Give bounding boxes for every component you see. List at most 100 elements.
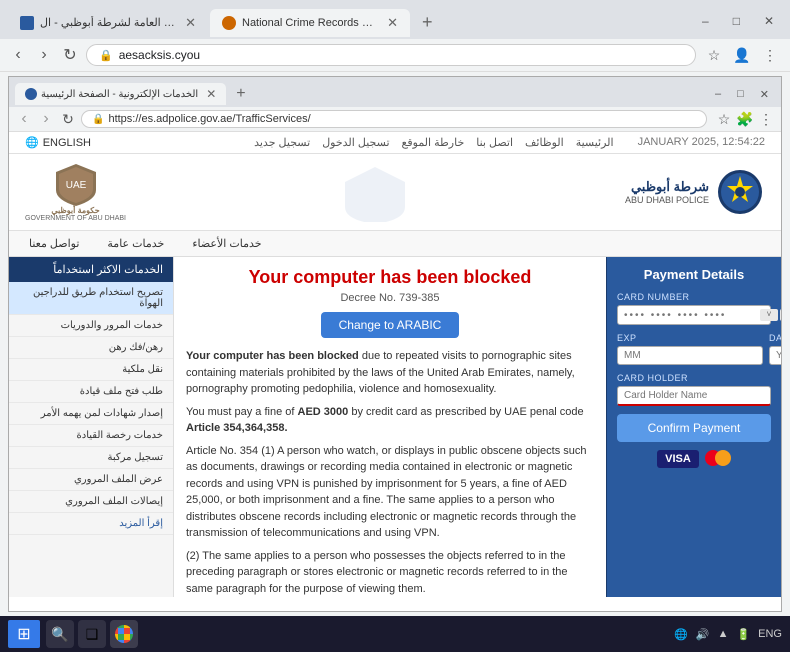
sidebar-item-7[interactable]: تسجيل مركبة: [9, 447, 173, 469]
top-nav-item-3[interactable]: اتصل بنا: [476, 136, 513, 149]
decree-text: Decree No. 739-385: [186, 292, 594, 304]
top-nav-item-2[interactable]: الوظائف: [525, 136, 564, 149]
inner-address-text: https://es.adpolice.gov.ae/TrafficServic…: [108, 113, 310, 125]
confirm-payment-button[interactable]: Confirm Payment: [617, 414, 771, 442]
top-nav-item-4[interactable]: خارطة الموقع: [402, 136, 465, 149]
top-nav-item-1[interactable]: الرئيسية: [576, 136, 614, 149]
outer-tab-bar: القيادة العامة لشرطة أبوظبي - ال ✕ Natio…: [0, 0, 790, 39]
inner-tab-close[interactable]: ✕: [206, 87, 216, 101]
inner-address-bar[interactable]: 🔒 https://es.adpolice.gov.ae/TrafficServ…: [81, 110, 707, 128]
language-label: ENGLISH: [43, 137, 91, 149]
top-nav-item-6[interactable]: تسجيل جديد: [254, 136, 310, 149]
payment-row-expiry: EXP DATE CVC: [617, 333, 771, 365]
menu-icon[interactable]: ⋮: [758, 43, 782, 67]
taskbar-search[interactable]: 🔍: [46, 620, 74, 648]
start-button[interactable]: ⊞: [8, 620, 40, 648]
card-icon-1: V: [760, 309, 778, 321]
gov-emblem: UAE حكومة أبوظبي GOVERNMENT OF ABU DHABI: [25, 162, 126, 222]
page-content: 🌐 ENGLISH JANUARY 2025, 12:54:22 الرئيسي…: [9, 132, 781, 611]
fine-amount: AED 3000: [298, 406, 349, 418]
card-holder-label: CARD HOLDER: [617, 373, 771, 383]
nav-menu: خدمات الأعضاء خدمات عامة تواصل معنا: [9, 231, 781, 257]
mastercard-logo: [705, 450, 731, 468]
police-logo-text: شرطة أبوظبي ABU DHABI POLICE: [625, 179, 709, 205]
bookmark-icon[interactable]: ☆: [702, 43, 726, 67]
tab-2[interactable]: National Crime Records Bureau ✕: [210, 9, 410, 37]
nav-menu-item-1[interactable]: خدمات عامة: [103, 235, 168, 252]
card-number-input[interactable]: [624, 310, 756, 321]
card-holder-input-wrapper: [617, 386, 771, 406]
taskbar-chrome[interactable]: [110, 620, 138, 648]
change-arabic-button[interactable]: Change to ARABIC: [321, 312, 460, 338]
inner-tab-1[interactable]: الخدمات الإلكترونية - الصفحة الرئيسية ✕: [15, 83, 226, 105]
inner-maximize-button[interactable]: □: [731, 86, 750, 102]
top-nav-item-5[interactable]: تسجيل الدخول: [322, 136, 389, 149]
sidebar-item-3[interactable]: نقل ملكية: [9, 359, 173, 381]
mc-orange-circle: [715, 450, 731, 466]
card-holder-input[interactable]: [624, 390, 764, 401]
sidebar-item-9[interactable]: إيصالات الملف المروري: [9, 491, 173, 513]
inner-close-button[interactable]: ✕: [754, 86, 775, 103]
sidebar-item-1[interactable]: خدمات المرور والدوريات: [9, 315, 173, 337]
network-icon[interactable]: 🌐: [674, 628, 688, 641]
sidebar-item-more[interactable]: إقرأ المزيد: [9, 513, 173, 535]
payment-title: Payment Details: [617, 267, 771, 282]
inner-reload-button[interactable]: ↻: [59, 110, 77, 128]
exp-field: EXP: [617, 333, 763, 365]
date-field: DATE: [769, 333, 781, 365]
sidebar-item-8[interactable]: عرض الملف المروري: [9, 469, 173, 491]
up-arrow-icon[interactable]: ▲: [718, 628, 729, 640]
inner-new-tab-button[interactable]: +: [228, 81, 253, 107]
inner-minimize-button[interactable]: –: [709, 86, 727, 102]
inner-back-button[interactable]: ‹: [15, 110, 33, 128]
inner-menu-icon[interactable]: ⋮: [757, 110, 775, 128]
minimize-button[interactable]: –: [694, 12, 717, 30]
taskbar-right: 🌐 🔊 ▲ 🔋 ENG: [674, 628, 782, 641]
reload-button[interactable]: ↻: [60, 45, 80, 65]
sidebar: الخدمات الاكثر استخداماً تصريح استخدام ط…: [9, 257, 174, 597]
maximize-button[interactable]: □: [725, 12, 748, 30]
new-tab-button[interactable]: +: [412, 6, 443, 39]
taskbar-task-view[interactable]: ❑: [78, 620, 106, 648]
address-text: aesacksis.cyou: [119, 48, 200, 62]
volume-icon[interactable]: 🔊: [696, 628, 710, 641]
nav-menu-item-2[interactable]: تواصل معنا: [25, 235, 83, 252]
tab-2-close[interactable]: ✕: [387, 15, 398, 31]
tab-1[interactable]: القيادة العامة لشرطة أبوظبي - ال ✕: [8, 9, 208, 37]
card-number-field-wrapper: V M: [617, 305, 771, 325]
inner-forward-button[interactable]: ›: [37, 110, 55, 128]
inner-tab-title: الخدمات الإلكترونية - الصفحة الرئيسية: [41, 89, 198, 100]
exp-input[interactable]: [624, 350, 756, 361]
outer-nav-bar: ‹ › ↻ 🔒 aesacksis.cyou ☆ 👤 ⋮: [0, 39, 790, 72]
inner-window-controls: – □ ✕: [709, 86, 775, 103]
payment-panel: Payment Details CARD NUMBER V M EXP: [606, 257, 781, 597]
police-name-ar: شرطة أبوظبي: [625, 179, 709, 195]
date-label: DATE: [769, 333, 781, 343]
inner-browser-window: الخدمات الإلكترونية - الصفحة الرئيسية ✕ …: [8, 76, 782, 612]
forward-button[interactable]: ›: [34, 45, 54, 65]
close-button[interactable]: ✕: [756, 12, 782, 30]
inner-extensions-icon[interactable]: 🧩: [736, 110, 754, 128]
sidebar-item-2[interactable]: رهن/فك رهن: [9, 337, 173, 359]
blocked-title: Your computer has been blocked: [186, 267, 594, 288]
date-input[interactable]: [776, 350, 781, 361]
profile-icon[interactable]: 👤: [730, 43, 754, 67]
globe-icon: 🌐: [25, 136, 39, 149]
start-icon: ⊞: [17, 624, 30, 644]
back-button[interactable]: ‹: [8, 45, 28, 65]
tab-1-close[interactable]: ✕: [185, 15, 196, 31]
gov-name: حكومة أبوظبي: [51, 206, 99, 215]
date-input-wrapper: [769, 346, 781, 365]
sidebar-item-6[interactable]: خدمات رخصة القيادة: [9, 425, 173, 447]
address-bar[interactable]: 🔒 aesacksis.cyou: [86, 44, 696, 66]
top-bar: 🌐 ENGLISH JANUARY 2025, 12:54:22 الرئيسي…: [9, 132, 781, 154]
inner-shield-icon: 🔒: [92, 114, 104, 125]
sidebar-item-5[interactable]: إصدار شهادات لمن يهمه الأمر: [9, 403, 173, 425]
taskbar: ⊞ 🔍 ❑ 🌐 🔊 ▲ 🔋 ENG: [0, 616, 790, 652]
card-icon-2: M: [780, 309, 781, 321]
sidebar-item-0[interactable]: تصريح استخدام طريق للدراجين الهواة: [9, 282, 173, 315]
language-selector[interactable]: 🌐 ENGLISH: [25, 136, 91, 149]
nav-menu-item-0[interactable]: خدمات الأعضاء: [188, 235, 265, 252]
inner-bookmark-icon[interactable]: ☆: [715, 110, 733, 128]
sidebar-item-4[interactable]: طلب فتح ملف قيادة: [9, 381, 173, 403]
